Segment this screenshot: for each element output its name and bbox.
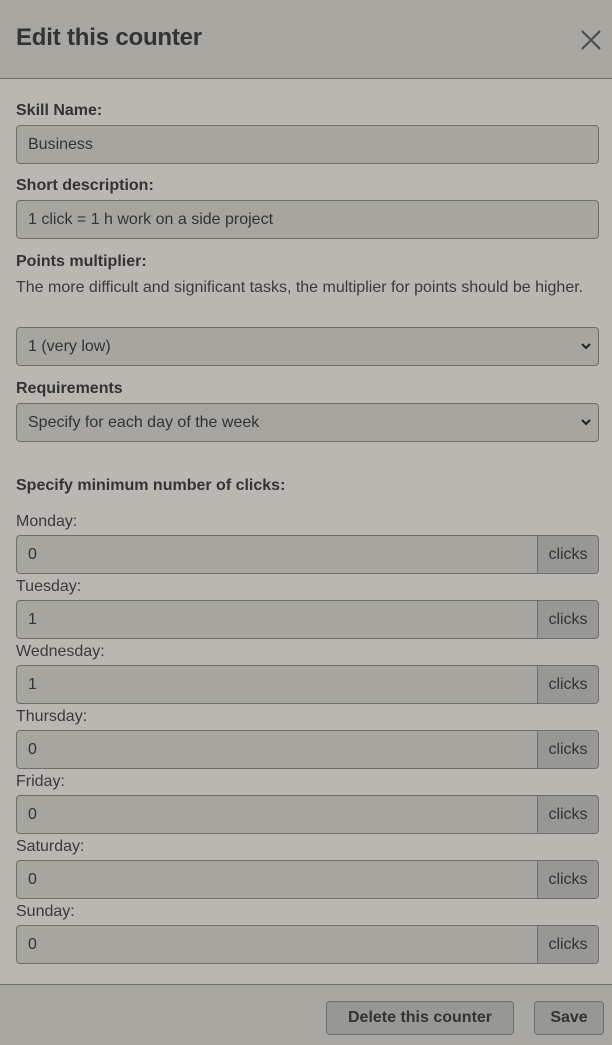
min-clicks-heading: Specify minimum number of clicks: <box>16 477 286 494</box>
modal-footer: Delete this counter Save <box>0 984 612 1045</box>
delete-counter-button[interactable]: Delete this counter <box>326 1001 514 1035</box>
close-icon <box>581 30 601 50</box>
thursday-label: Thursday: <box>16 708 88 725</box>
tuesday-clicks-value: 1 <box>28 610 37 628</box>
friday-label: Friday: <box>16 773 65 790</box>
friday-clicks-value: 0 <box>28 805 37 823</box>
wednesday-clicks-input[interactable]: 1 <box>16 665 537 704</box>
save-button[interactable]: Save <box>534 1001 604 1035</box>
friday-clicks-group: 0 clicks <box>16 795 599 834</box>
saturday-clicks-value: 0 <box>28 870 37 888</box>
points-multiplier-selected: 1 (very low) <box>28 337 111 355</box>
clicks-unit-addon: clicks <box>537 665 599 704</box>
close-button[interactable] <box>578 27 604 53</box>
wednesday-label: Wednesday: <box>16 643 105 660</box>
clicks-unit-addon: clicks <box>537 925 599 964</box>
tuesday-label: Tuesday: <box>16 578 82 595</box>
tuesday-clicks-input[interactable]: 1 <box>16 600 537 639</box>
points-multiplier-select[interactable]: 1 (very low) <box>16 327 599 366</box>
wednesday-clicks-value: 1 <box>28 675 37 693</box>
skill-name-input[interactable]: Business <box>16 125 599 164</box>
short-description-label: Short description: <box>16 177 154 194</box>
requirements-select[interactable]: Specify for each day of the week <box>16 403 599 442</box>
short-description-value: 1 click = 1 h work on a side project <box>28 210 274 228</box>
friday-clicks-input[interactable]: 0 <box>16 795 537 834</box>
monday-clicks-value: 0 <box>28 545 37 563</box>
modal-title: Edit this counter <box>16 24 202 51</box>
saturday-clicks-input[interactable]: 0 <box>16 860 537 899</box>
clicks-unit-addon: clicks <box>537 730 599 769</box>
short-description-input[interactable]: 1 click = 1 h work on a side project <box>16 200 599 239</box>
tuesday-clicks-group: 1 clicks <box>16 600 599 639</box>
skill-name-label: Skill Name: <box>16 102 103 119</box>
clicks-unit-addon: clicks <box>537 535 599 574</box>
chevron-down-icon <box>580 340 592 352</box>
requirements-selected: Specify for each day of the week <box>28 413 260 431</box>
thursday-clicks-input[interactable]: 0 <box>16 730 537 769</box>
saturday-label: Saturday: <box>16 838 85 855</box>
sunday-clicks-input[interactable]: 0 <box>16 925 537 964</box>
chevron-down-icon <box>580 416 592 428</box>
requirements-label: Requirements <box>16 380 123 397</box>
thursday-clicks-value: 0 <box>28 740 37 758</box>
sunday-clicks-value: 0 <box>28 935 37 953</box>
clicks-unit-addon: clicks <box>537 795 599 834</box>
clicks-unit-addon: clicks <box>537 600 599 639</box>
monday-label: Monday: <box>16 513 78 530</box>
wednesday-clicks-group: 1 clicks <box>16 665 599 704</box>
sunday-label: Sunday: <box>16 903 75 920</box>
skill-name-value: Business <box>28 135 93 153</box>
clicks-unit-addon: clicks <box>537 860 599 899</box>
saturday-clicks-group: 0 clicks <box>16 860 599 899</box>
monday-clicks-group: 0 clicks <box>16 535 599 574</box>
points-multiplier-help: The more difficult and significant tasks… <box>16 279 584 296</box>
thursday-clicks-group: 0 clicks <box>16 730 599 769</box>
modal-header: Edit this counter <box>0 0 612 79</box>
monday-clicks-input[interactable]: 0 <box>16 535 537 574</box>
sunday-clicks-group: 0 clicks <box>16 925 599 964</box>
points-multiplier-label: Points multiplier: <box>16 253 147 270</box>
